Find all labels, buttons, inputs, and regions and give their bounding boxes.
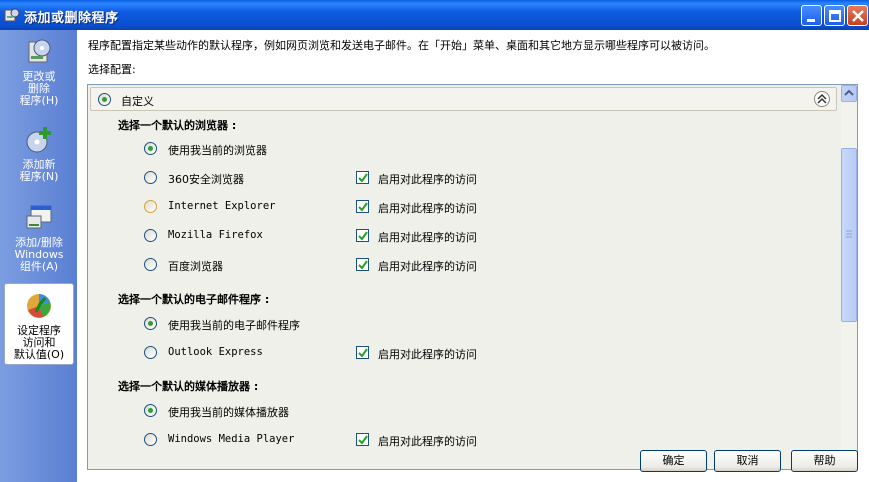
option-label: 使用我当前的电子邮件程序 [168,319,300,332]
sidebar: 更改或 删除 程序(H) 添加新 程序(N) 添加/删除 Windows 组件(… [0,30,77,482]
add-new-programs-icon [26,127,51,153]
close-icon [852,10,864,22]
radio-current-browser[interactable] [144,142,157,155]
config-list-content: 自定义 选择一个默认的浏览器 : 使用我当前的浏览器 360安全浏览器 启用对此… [88,85,841,469]
sidebar-item-label: 更改或 删除 程序(H) [19,70,59,107]
enable-checkbox-ie[interactable] [356,200,369,213]
vertical-scrollbar[interactable] [841,85,857,469]
radio-outlook-express[interactable] [144,346,157,359]
checkmark-icon [358,260,368,270]
config-name: 自定义 [121,95,154,108]
radio-current-email[interactable] [144,317,157,330]
option-label: 360安全浏览器 [168,173,244,186]
cancel-button[interactable]: 取消 [714,450,781,472]
section-title-media: 选择一个默认的媒体播放器 : [118,380,259,393]
enable-checkbox-360[interactable] [356,171,369,184]
radio-360-browser[interactable] [144,171,157,184]
radio-mozilla-firefox[interactable] [144,229,157,242]
title-bar[interactable]: 添加或删除程序 [0,0,869,30]
maximize-button[interactable] [824,5,845,26]
windows-components-icon [26,205,52,229]
sidebar-item-label: 添加/删除 Windows 组件(A) [14,236,64,273]
chevron-up-icon [844,89,854,96]
description-text: 程序配置指定某些动作的默认程序，例如网页浏览和发送电子邮件。在「开始」菜单、桌面… [88,39,715,52]
section-title-browser: 选择一个默认的浏览器 : [118,119,237,132]
scroll-up-button[interactable] [841,85,857,102]
help-button[interactable]: 帮助 [791,450,858,472]
ok-button[interactable]: 确定 [640,450,707,472]
enable-label: 启用对此程序的访问 [378,231,477,244]
window-title: 添加或删除程序 [24,11,119,26]
enable-checkbox-baidu[interactable] [356,258,369,271]
grip-icon [846,230,852,238]
radio-current-media-player[interactable] [144,404,157,417]
sidebar-item-program-access-defaults[interactable]: 设定程序 访问和 默认值(O) [4,283,74,365]
close-button[interactable] [847,5,868,26]
add-remove-programs-icon [4,8,20,22]
sidebar-item-windows-components[interactable]: 添加/删除 Windows 组件(A) [4,202,74,273]
option-label: Outlook Express [168,346,263,358]
minimize-icon [807,19,815,22]
enable-checkbox-firefox[interactable] [356,229,369,242]
sidebar-item-change-remove[interactable]: 更改或 删除 程序(H) [4,36,74,107]
radio-windows-media-player[interactable] [144,433,157,446]
sidebar-item-label: 添加新 程序(N) [19,158,59,183]
maximize-icon [829,10,841,22]
checkmark-icon [358,202,368,212]
checkmark-icon [358,231,368,241]
enable-checkbox-wmp[interactable] [356,433,369,446]
content-area: 程序配置指定某些动作的默认程序，例如网页浏览和发送电子邮件。在「开始」菜单、桌面… [77,30,869,482]
option-label: Mozilla Firefox [168,229,263,241]
enable-checkbox-outlook[interactable] [356,346,369,359]
config-list[interactable]: 自定义 选择一个默认的浏览器 : 使用我当前的浏览器 360安全浏览器 启用对此… [87,84,858,470]
sidebar-item-label: 设定程序 访问和 默认值(O) [13,324,65,361]
enable-label: 启用对此程序的访问 [378,348,477,361]
minimize-button[interactable] [801,5,822,26]
checkmark-icon [358,348,368,358]
collapse-button[interactable] [814,91,830,107]
program-access-defaults-icon [27,294,51,318]
radio-baidu-browser[interactable] [144,258,157,271]
option-label: Windows Media Player [168,433,295,445]
checkmark-icon [358,173,368,183]
option-label: Internet Explorer [168,200,276,212]
option-label: 使用我当前的媒体播放器 [168,406,289,419]
change-remove-programs-icon [28,39,51,63]
option-label: 使用我当前的浏览器 [168,144,267,157]
option-label: 百度浏览器 [168,260,223,273]
radio-internet-explorer[interactable] [144,200,157,213]
enable-label: 启用对此程序的访问 [378,173,477,186]
enable-label: 启用对此程序的访问 [378,202,477,215]
section-title-email: 选择一个默认的电子邮件程序 : [118,293,270,306]
enable-label: 启用对此程序的访问 [378,435,477,448]
scroll-thumb[interactable] [841,148,857,322]
double-chevron-up-icon [817,93,827,104]
config-label: 选择配置: [88,63,136,76]
config-header-custom[interactable]: 自定义 [90,87,837,111]
config-radio-custom[interactable] [98,93,111,106]
checkmark-icon [358,435,368,445]
sidebar-item-add-new[interactable]: 添加新 程序(N) [4,124,74,183]
enable-label: 启用对此程序的访问 [378,260,477,273]
